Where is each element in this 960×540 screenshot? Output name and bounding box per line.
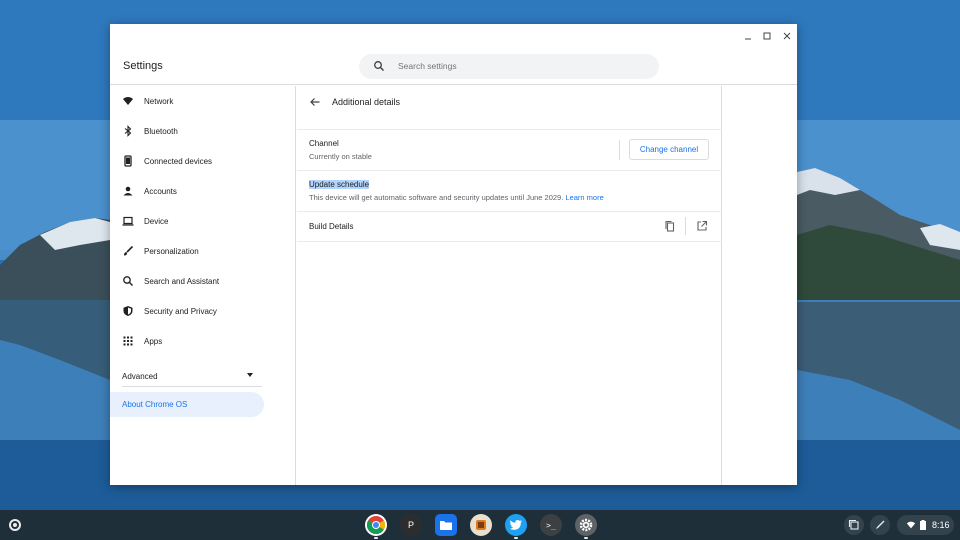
twitter-icon[interactable] <box>505 514 527 539</box>
running-indicator <box>584 537 588 539</box>
apps-grid-icon <box>122 335 134 347</box>
sidebar-item-label: Network <box>144 96 174 106</box>
p-app-icon[interactable]: P <box>400 514 422 536</box>
main-content: Additional details Channel Currently on … <box>297 86 722 485</box>
sidebar-item-connected-devices[interactable]: Connected devices <box>110 149 296 173</box>
maximize-icon <box>763 32 771 40</box>
overview-icon <box>848 519 859 530</box>
chevron-down-icon <box>247 373 253 377</box>
page-title: Additional details <box>332 97 401 107</box>
close-button[interactable] <box>779 28 795 44</box>
settings-window: Settings Network Bluetooth Co <box>110 24 797 485</box>
sidebar-item-label: Device <box>144 216 169 226</box>
bluetooth-icon <box>122 125 134 137</box>
screen-capture-button[interactable] <box>844 515 864 535</box>
back-arrow-icon[interactable] <box>309 96 321 108</box>
divider <box>297 241 722 242</box>
sidebar-item-label: Accounts <box>144 186 177 196</box>
copy-icon[interactable] <box>664 220 676 232</box>
terminal-icon[interactable]: >_ <box>540 514 562 536</box>
running-indicator <box>514 537 518 539</box>
clock: 8:16 <box>932 520 950 530</box>
sidebar-item-label: Security and Privacy <box>144 306 217 316</box>
battery-icon <box>920 520 926 530</box>
separator <box>619 140 620 160</box>
sidebar-item-label: Connected devices <box>144 156 213 166</box>
sidebar-item-apps[interactable]: Apps <box>110 329 296 353</box>
shield-icon <box>122 305 134 317</box>
search-box[interactable] <box>359 54 659 79</box>
advanced-toggle[interactable]: Advanced <box>110 364 296 388</box>
channel-value: Currently on stable <box>309 152 372 161</box>
phone-icon <box>122 155 134 167</box>
sidebar-item-label: Apps <box>144 336 163 346</box>
pen-icon <box>876 520 885 529</box>
person-icon <box>122 185 134 197</box>
running-indicator <box>374 537 378 539</box>
sidebar-item-search-and-assistant[interactable]: Search and Assistant <box>110 269 296 293</box>
stylus-tools-button[interactable] <box>870 515 890 535</box>
sidebar-item-accounts[interactable]: Accounts <box>110 179 296 203</box>
channel-label: Channel <box>309 139 339 148</box>
sidebar-item-label: Search and Assistant <box>144 276 220 286</box>
search-input[interactable] <box>398 61 638 71</box>
sidebar-item-device[interactable]: Device <box>110 209 296 233</box>
divider <box>297 129 722 130</box>
sidebar-item-network[interactable]: Network <box>110 89 296 113</box>
sidebar-item-about-chrome-os[interactable]: About Chrome OS <box>110 392 264 417</box>
build-details-label: Build Details <box>309 222 354 231</box>
close-icon <box>783 32 791 40</box>
divider <box>297 170 722 171</box>
minimize-button[interactable] <box>740 28 756 44</box>
separator <box>685 217 686 235</box>
sidebar-item-label: Personalization <box>144 246 199 256</box>
sidebar: Network Bluetooth Connected devices Acco… <box>110 86 296 485</box>
settings-header: Settings <box>110 52 797 85</box>
app-title: Settings <box>123 60 163 72</box>
files-icon[interactable] <box>435 514 457 536</box>
open-in-new-icon[interactable] <box>696 220 708 232</box>
change-channel-button[interactable]: Change channel <box>629 139 709 160</box>
sidebar-item-label: About Chrome OS <box>122 400 188 409</box>
update-schedule-text: This device will get automatic software … <box>309 193 604 202</box>
p-app-letter: P <box>407 520 414 530</box>
launcher-button[interactable] <box>9 519 21 531</box>
search-icon <box>122 275 134 287</box>
minimize-icon <box>745 38 751 40</box>
sidebar-item-security-and-privacy[interactable]: Security and Privacy <box>110 299 296 323</box>
app-icon[interactable] <box>470 514 492 536</box>
update-schedule-description: This device will get automatic software … <box>309 193 564 202</box>
status-tray[interactable]: 8:16 <box>897 515 954 535</box>
wifi-icon <box>122 95 134 107</box>
maximize-button[interactable] <box>759 28 775 44</box>
sidebar-item-label: Bluetooth <box>144 126 178 136</box>
advanced-label: Advanced <box>122 371 158 381</box>
divider <box>297 211 722 212</box>
settings-icon[interactable] <box>575 514 597 539</box>
chrome-icon[interactable] <box>365 514 387 539</box>
search-icon <box>374 61 384 71</box>
learn-more-link[interactable]: Learn more <box>565 193 603 202</box>
shelf: P >_ 8:16 <box>0 510 960 540</box>
sidebar-divider <box>122 386 262 387</box>
terminal-glyph: >_ <box>546 520 556 530</box>
brush-icon <box>122 245 134 257</box>
sidebar-item-personalization[interactable]: Personalization <box>110 239 296 263</box>
wifi-icon <box>906 521 916 529</box>
update-schedule-label: Update schedule <box>309 180 370 189</box>
laptop-icon <box>122 215 134 227</box>
sidebar-item-bluetooth[interactable]: Bluetooth <box>110 119 296 143</box>
